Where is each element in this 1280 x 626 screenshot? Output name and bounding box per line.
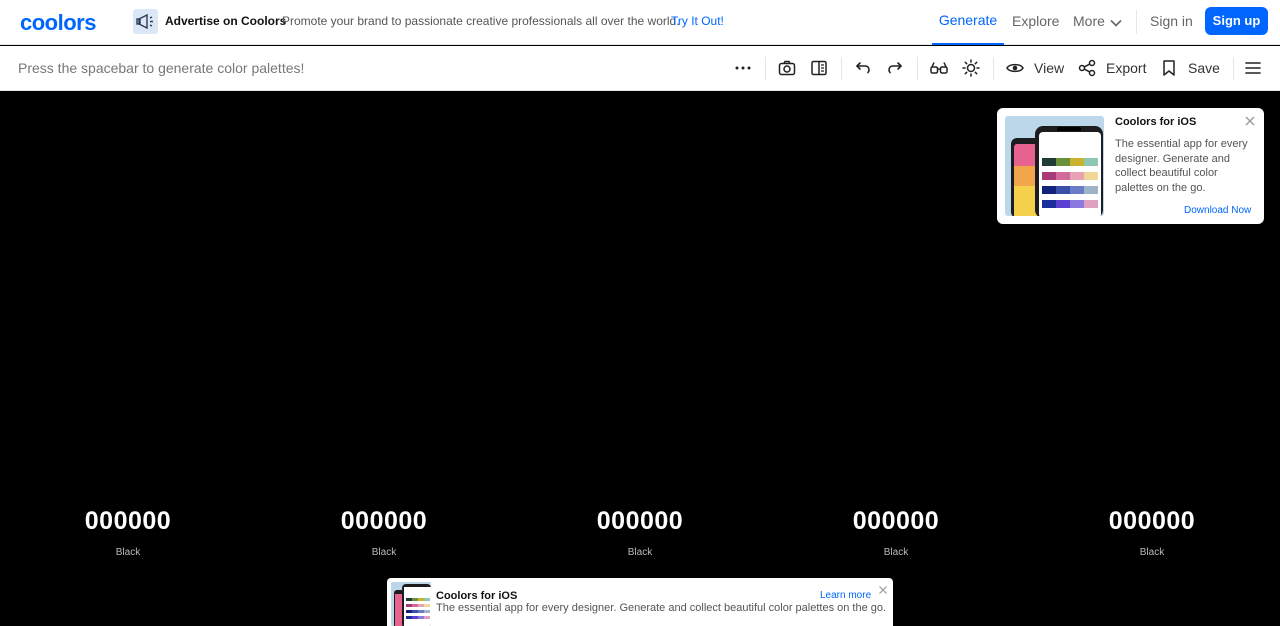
close-icon[interactable] xyxy=(878,582,888,594)
ios-promo-card: Coolors for iOS The essential app for ev… xyxy=(997,108,1264,224)
color-hex[interactable]: 000000 xyxy=(512,507,768,536)
ad-try-link[interactable]: Try It Out! xyxy=(671,14,724,28)
ios-app-thumbnail xyxy=(391,582,431,626)
ad-text: Promote your brand to passionate creativ… xyxy=(282,14,680,28)
color-hex[interactable]: 000000 xyxy=(768,507,1024,536)
redo-icon[interactable] xyxy=(885,58,905,78)
toolbar: Press the spacebar to generate color pal… xyxy=(0,46,1280,91)
color-name: Black xyxy=(1139,547,1165,558)
signup-button[interactable]: Sign up xyxy=(1205,7,1268,35)
menu-icon[interactable] xyxy=(1243,58,1263,78)
color-column[interactable]: 000000 Black xyxy=(0,91,256,626)
save-button[interactable]: Save xyxy=(1188,60,1220,76)
megaphone-icon xyxy=(133,9,158,34)
bottom-banner-text: The essential app for every designer. Ge… xyxy=(436,602,887,614)
ad-title: Advertise on Coolors xyxy=(165,14,287,28)
eye-icon[interactable] xyxy=(1005,58,1025,78)
color-column[interactable]: 000000 Black xyxy=(768,91,1024,626)
view-button[interactable]: View xyxy=(1034,60,1064,76)
undo-icon[interactable] xyxy=(853,58,873,78)
nav-more[interactable]: More xyxy=(1073,13,1105,29)
learn-more-link[interactable]: Learn more xyxy=(820,590,871,601)
download-now-link[interactable]: Download Now xyxy=(1184,205,1251,216)
bottom-banner-title: Coolors for iOS xyxy=(436,590,518,602)
share-icon[interactable] xyxy=(1077,58,1097,78)
ios-app-image xyxy=(1005,116,1104,216)
color-column[interactable]: 000000 Black xyxy=(256,91,512,626)
toolbar-divider xyxy=(917,57,918,80)
color-name: Black xyxy=(883,547,909,558)
sun-icon[interactable] xyxy=(961,58,981,78)
color-column[interactable]: 000000 Black xyxy=(512,91,768,626)
ios-card-title: Coolors for iOS xyxy=(1115,116,1197,128)
color-hex[interactable]: 000000 xyxy=(256,507,512,536)
close-icon[interactable] xyxy=(1244,114,1256,126)
ios-card-text: The essential app for every designer. Ge… xyxy=(1115,138,1248,194)
color-hex[interactable]: 000000 xyxy=(0,507,256,536)
layout-icon[interactable] xyxy=(809,58,829,78)
nav-explore[interactable]: Explore xyxy=(1012,13,1059,29)
toolbar-divider xyxy=(993,57,994,80)
bottom-promo-banner: Coolors for iOS The essential app for ev… xyxy=(387,578,893,626)
bookmark-icon[interactable] xyxy=(1159,58,1179,78)
top-navigation: coolors Advertise on Coolors Promote you… xyxy=(0,0,1280,45)
nav-generate[interactable]: Generate xyxy=(932,0,1004,45)
toolbar-divider xyxy=(765,57,766,80)
color-hex[interactable]: 000000 xyxy=(1024,507,1280,536)
chevron-down-icon[interactable] xyxy=(1110,16,1122,34)
color-name: Black xyxy=(627,547,653,558)
camera-icon[interactable] xyxy=(777,58,797,78)
glasses-icon[interactable] xyxy=(929,58,949,78)
spacebar-hint: Press the spacebar to generate color pal… xyxy=(18,60,305,76)
coolors-logo[interactable]: coolors xyxy=(20,10,96,36)
more-dots-icon[interactable] xyxy=(733,58,753,78)
toolbar-divider xyxy=(1233,57,1234,80)
signin-link[interactable]: Sign in xyxy=(1150,13,1193,29)
toolbar-divider xyxy=(841,57,842,80)
color-name: Black xyxy=(371,547,397,558)
nav-divider xyxy=(1136,10,1137,34)
export-button[interactable]: Export xyxy=(1106,60,1146,76)
color-name: Black xyxy=(115,547,141,558)
